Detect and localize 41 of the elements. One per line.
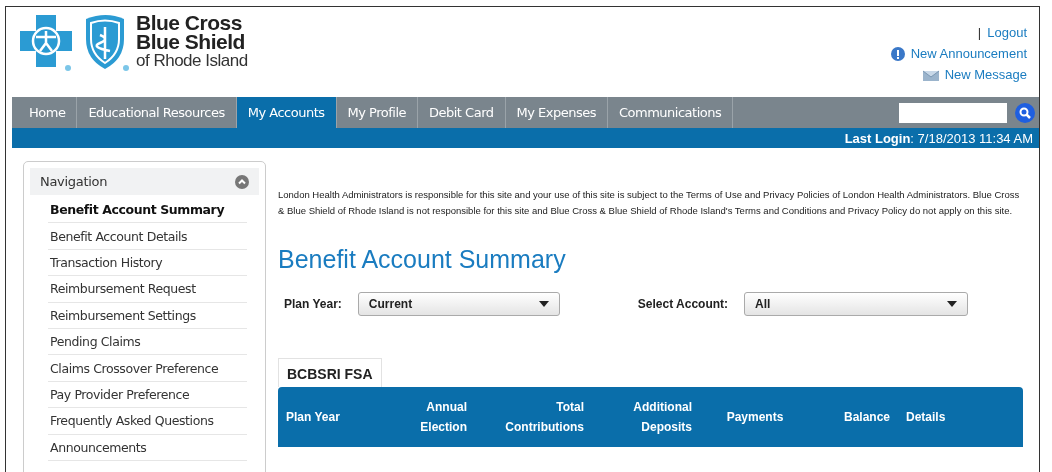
logout-link[interactable]: Logout <box>987 25 1027 40</box>
nav-link[interactable]: Benefit Account Summary <box>48 197 247 224</box>
column-header: Plan Year <box>285 409 341 426</box>
page-title: Benefit Account Summary <box>278 245 567 274</box>
caret-icon <box>538 301 549 307</box>
column-header: Total Contributions <box>504 399 585 436</box>
last-login-text: Last Login: 7/18/2013 11:34 AM <box>844 130 1033 146</box>
account-tab[interactable]: BCBSRI FSA <box>278 358 382 387</box>
logo-text: of Rhode Island <box>136 51 248 70</box>
caret-icon <box>947 301 958 307</box>
message-link[interactable]: New Message <box>944 67 1027 82</box>
nav-tab[interactable]: My Accounts <box>236 97 337 128</box>
collapse-icon[interactable] <box>235 174 249 189</box>
column-header: Additional Deposits <box>632 399 693 436</box>
disclaimer-text: London Health Administrators is responsible for this site and your use of this site is subject to the Terms of Use and Privacy Policies of London Health Administrators. Blue Cross & Blue Shield of Rhode Island is not responsible for this site and Blue Cross & Blue Shield of Rhode Island's Terms and Conditions and Privacy Policy do not apply on this site. <box>278 188 1021 218</box>
column-header: Details <box>905 409 947 426</box>
dropdown[interactable]: Current <box>357 292 560 316</box>
nav-link[interactable]: Reimbursement Request <box>48 276 247 303</box>
nav-link[interactable]: Claims Crossover Preference <box>48 355 247 382</box>
nav-link[interactable]: Pending Claims <box>48 328 247 356</box>
search-icon[interactable] <box>1015 102 1035 123</box>
info-icon <box>890 46 905 61</box>
search-field[interactable] <box>899 102 1007 123</box>
column-header: Balance <box>842 409 891 426</box>
dropdown[interactable]: All <box>744 292 969 316</box>
panel-title: Navigation <box>40 174 108 189</box>
nav-link[interactable]: Announcements <box>48 434 247 461</box>
nav-link[interactable]: Transaction History <box>48 249 247 277</box>
nav-link[interactable]: Benefit Account Details <box>48 223 247 250</box>
filter-label: Plan Year: <box>284 297 342 311</box>
logo-text: Blue Shield <box>136 32 246 51</box>
column-header: Annual Election <box>419 399 468 436</box>
column-header: Payments <box>725 409 785 426</box>
announcement-link[interactable]: New Announcement <box>910 46 1027 61</box>
filter-label: Select Account: <box>637 297 729 311</box>
separator: | <box>977 25 982 40</box>
nav-link[interactable]: Pay Provider Preference <box>48 381 247 409</box>
nav-link[interactable]: Frequently Asked Questions <box>48 408 247 435</box>
nav-link[interactable]: Reimbursement Settings <box>48 302 247 329</box>
logo-text: Blue Cross <box>136 13 243 32</box>
envelope-icon <box>922 68 939 81</box>
